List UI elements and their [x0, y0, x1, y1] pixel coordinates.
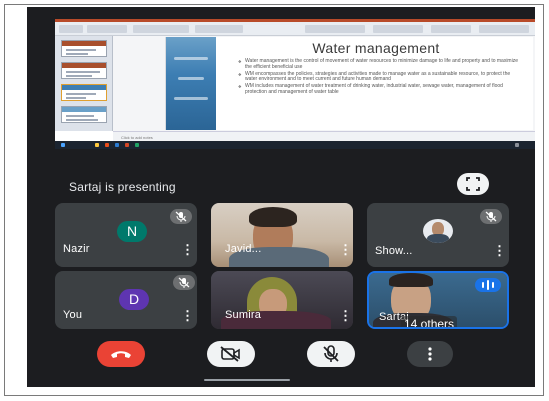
participant-name: Nazir	[63, 243, 90, 255]
others-count-label[interactable]: 14 others	[401, 316, 458, 327]
more-options-button[interactable]	[407, 341, 453, 367]
more-vert-icon[interactable]: ⋮	[339, 243, 352, 256]
more-vert-icon	[428, 347, 432, 361]
participant-name: Show...	[375, 245, 413, 257]
speaking-indicator-icon	[475, 278, 501, 292]
slide-water-image	[166, 37, 216, 130]
presenting-label: Sartaj is presenting	[69, 180, 176, 194]
ppt-ribbon	[55, 19, 535, 36]
screenshot-frame: Water management Water management is the…	[4, 4, 544, 396]
slide-bullets: Water management is the control of movem…	[238, 58, 520, 97]
current-slide: Water management Water management is the…	[165, 37, 533, 130]
participant-tile-nazir[interactable]: N Nazir ⋮	[55, 203, 197, 267]
slide-thumbnails	[55, 36, 113, 131]
slide-title: Water management	[312, 40, 440, 56]
fullscreen-button[interactable]	[457, 173, 489, 195]
participant-name: Sumira	[225, 309, 262, 321]
slide-bullet: Water management is the control of movem…	[238, 58, 520, 71]
participant-video	[211, 203, 353, 267]
participant-tile-sumira[interactable]: Sumira ⋮	[211, 271, 353, 329]
video-off-icon	[220, 346, 240, 362]
camera-toggle-button[interactable]	[207, 341, 255, 367]
participant-tile-javid[interactable]: Javid... ⋮	[211, 203, 353, 267]
participant-name: You	[63, 309, 83, 321]
windows-taskbar	[55, 141, 535, 149]
avatar	[423, 219, 453, 243]
participant-tile-show[interactable]: Show... ⋮	[367, 203, 509, 267]
participant-tile-you[interactable]: D You ⋮	[55, 271, 197, 329]
avatar: D	[119, 289, 149, 310]
call-end-icon	[111, 351, 131, 358]
mic-off-icon	[323, 345, 339, 362]
more-vert-icon[interactable]: ⋮	[493, 244, 506, 257]
mic-toggle-button[interactable]	[307, 341, 355, 367]
home-indicator[interactable]	[204, 379, 290, 381]
mic-off-icon	[173, 275, 195, 290]
fullscreen-icon	[466, 177, 480, 191]
end-call-button[interactable]	[97, 341, 145, 367]
mic-off-icon	[480, 209, 502, 224]
slide-notes: Click to add notes	[113, 131, 535, 141]
meet-call-screen: Water management Water management is the…	[27, 7, 535, 387]
shared-screen[interactable]: Water management Water management is the…	[55, 19, 535, 141]
slide-bullet: WM includes management of water treatmen…	[238, 83, 520, 96]
participant-tile-sartaj[interactable]: Sartaj 14 others	[367, 271, 509, 329]
more-vert-icon[interactable]: ⋮	[339, 309, 352, 322]
slide-canvas: Water management Water management is the…	[113, 36, 535, 131]
more-vert-icon[interactable]: ⋮	[181, 309, 194, 322]
avatar: N	[117, 221, 147, 242]
more-vert-icon[interactable]: ⋮	[181, 243, 194, 256]
participant-name: Javid...	[225, 243, 262, 255]
mic-off-icon	[170, 209, 192, 224]
slide-bullet: WM encompasses the policies, strategies …	[238, 71, 520, 84]
